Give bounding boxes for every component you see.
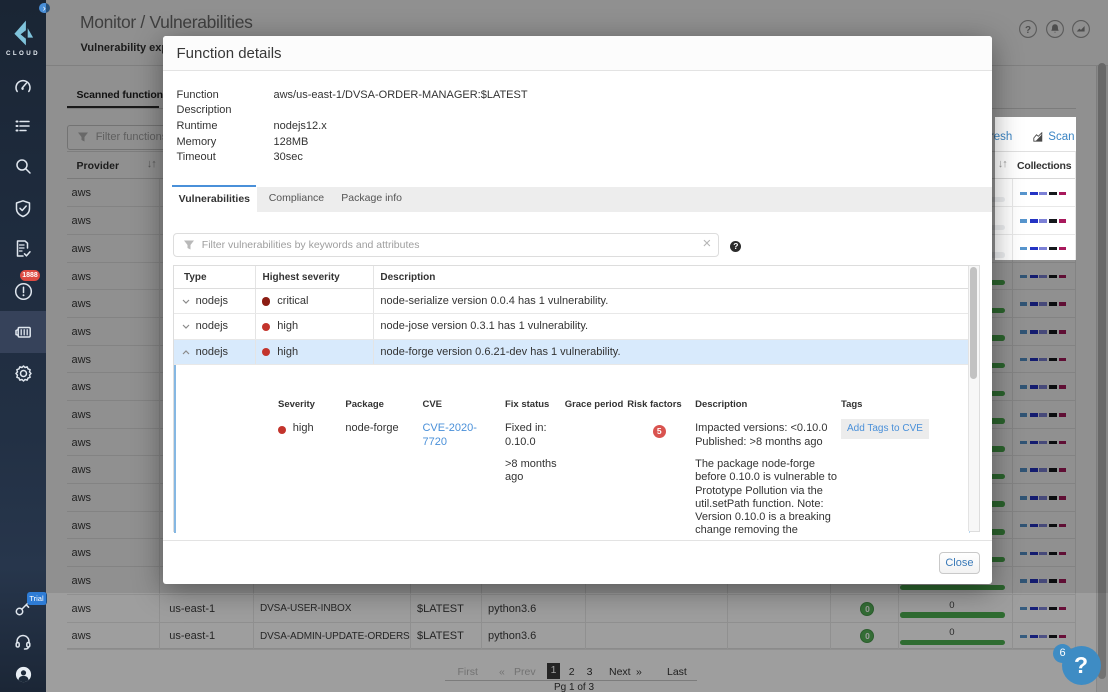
svg-text:CLOUD: CLOUD xyxy=(6,50,40,57)
